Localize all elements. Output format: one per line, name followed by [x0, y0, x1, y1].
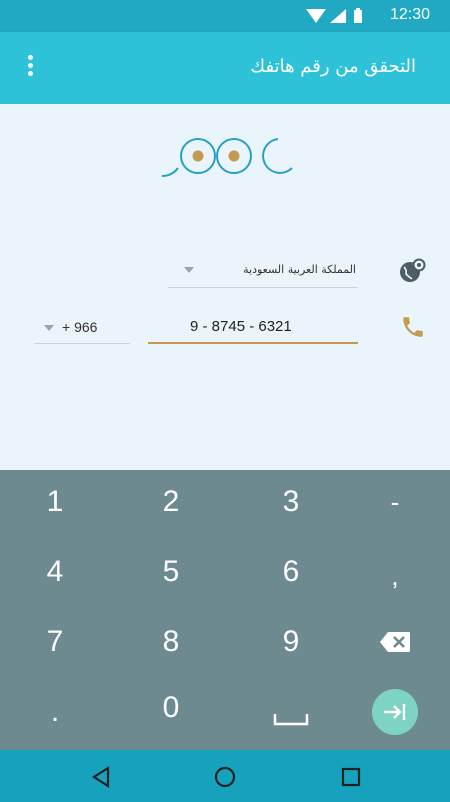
- key-2[interactable]: 2: [116, 472, 226, 532]
- key-6[interactable]: 6: [236, 542, 346, 602]
- nav-bar: [0, 750, 450, 802]
- globe-icon: [398, 257, 426, 289]
- signal-icon: [330, 9, 346, 23]
- key-0[interactable]: 0: [116, 678, 226, 738]
- status-icons: [306, 7, 366, 25]
- back-icon[interactable]: [88, 764, 114, 790]
- wifi-icon: [306, 9, 326, 23]
- recents-icon[interactable]: [338, 764, 364, 790]
- key-9[interactable]: 9: [236, 612, 346, 672]
- chevron-down-icon: [44, 325, 54, 331]
- key-dot[interactable]: .: [0, 682, 110, 742]
- home-icon[interactable]: [212, 764, 238, 790]
- status-bar: 12:30: [0, 0, 450, 32]
- backspace-icon: [380, 632, 410, 652]
- key-1[interactable]: 1: [0, 472, 110, 532]
- more-vert-icon[interactable]: [18, 52, 42, 84]
- country-label: المملكة العربية السعودية: [243, 263, 356, 276]
- key-3[interactable]: 3: [236, 472, 346, 532]
- app-logo: [160, 138, 294, 184]
- country-code-select[interactable]: + 966: [34, 316, 130, 344]
- key-4[interactable]: 4: [0, 542, 110, 602]
- key-comma[interactable]: ,: [340, 546, 450, 606]
- space-icon: [273, 714, 309, 726]
- backspace-key[interactable]: [340, 612, 450, 672]
- phone-input[interactable]: 9 - 8745 - 6321: [148, 314, 358, 344]
- battery-icon: [354, 8, 362, 23]
- space-key[interactable]: [236, 682, 346, 742]
- key-7[interactable]: 7: [0, 612, 110, 672]
- app-bar: التحقق من رقم هاتفك: [0, 32, 450, 104]
- phone-icon: [400, 314, 426, 344]
- country-row: المملكة العربية السعودية: [0, 256, 450, 290]
- country-select[interactable]: المملكة العربية السعودية: [168, 256, 358, 288]
- phone-value: 9 - 8745 - 6321: [190, 318, 292, 335]
- main-content: المملكة العربية السعودية + 966 9 - 8745 …: [0, 104, 450, 470]
- key-5[interactable]: 5: [116, 542, 226, 602]
- enter-button[interactable]: [372, 689, 418, 735]
- page-title: التحقق من رقم هاتفك: [250, 56, 416, 77]
- enter-icon: [384, 704, 406, 720]
- numeric-keyboard: 1 2 3 - 4 5 6 , 7 8 9 . 0: [0, 470, 450, 750]
- chevron-down-icon: [184, 267, 194, 273]
- status-time: 12:30: [389, 6, 430, 23]
- phone-row: + 966 9 - 8745 - 6321: [0, 314, 450, 348]
- key-8[interactable]: 8: [116, 612, 226, 672]
- country-code-label: + 966: [62, 319, 98, 335]
- enter-key[interactable]: [340, 682, 450, 742]
- key-dash[interactable]: -: [340, 472, 450, 532]
